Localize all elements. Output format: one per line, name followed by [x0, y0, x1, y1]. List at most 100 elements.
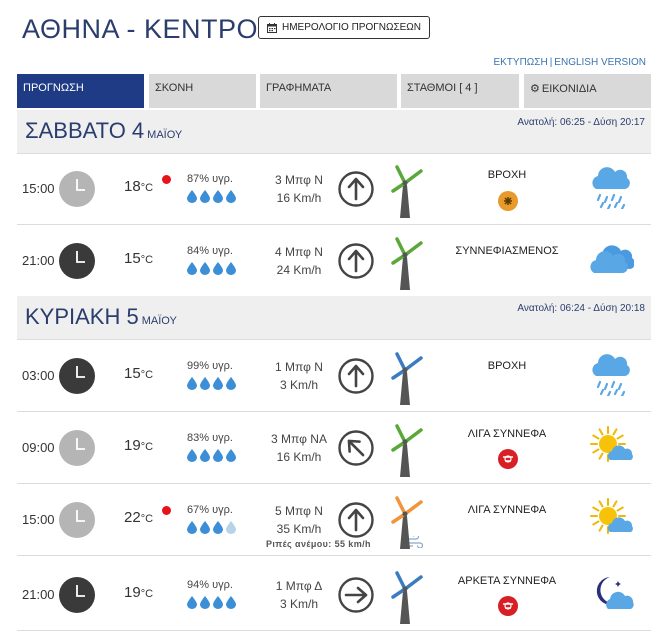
humidity-drop-icon: [226, 521, 236, 534]
wind-info: 1 Μπφ Ν 3 Km/h: [259, 358, 339, 394]
wind-turbine-icon: [391, 237, 423, 290]
tab-dust[interactable]: ΣΚΟΝΗ: [149, 74, 256, 108]
wind-speed: 24 Km/h: [276, 263, 322, 277]
page-header: ΑΘΗΝΑ - ΚΕΝΤΡΟ ΗΜΕΡΟΛΟΓΙΟ ΠΡΟΓΝΩΣΕΩΝ ΕΚΤ…: [0, 0, 668, 75]
orange-warning-icon: [498, 191, 518, 211]
humidity-drop-icon: [213, 262, 223, 275]
weather-description: ΛΙΓΑ ΣΥΝΝΕΦΑ: [467, 504, 547, 516]
wind-beaufort: 3 Μπφ ΝΑ: [271, 432, 327, 446]
forecast-time: 21:00: [22, 587, 55, 602]
english-version-link[interactable]: ENGLISH VERSION: [554, 57, 646, 68]
forecast-time: 15:00: [22, 181, 55, 196]
sun-cloud-icon: [590, 498, 633, 534]
tab-icons[interactable]: ⚙ ΕΙΚΟΝΙΔΙΑ: [524, 74, 651, 108]
wind-direction-arrow-icon: [338, 171, 374, 207]
weather-description: ΒΡΟΧΗ: [487, 169, 527, 181]
weather-description: ΣΥΝΝΕΦΙΑΣΜΕΝΟΣ: [455, 245, 559, 257]
rain-icon: [592, 354, 630, 396]
humidity-drop-icon: [200, 449, 210, 462]
wind-beaufort: 3 Μπφ Ν: [275, 173, 323, 187]
wind-speed: 3 Km/h: [279, 378, 318, 392]
red-warning-icon: [498, 596, 518, 616]
forecast-row: 21:00 19°C 94% υγρ. 1 Μπφ Δ 3 Km/h ΑΡΚΕΤΑ…: [17, 559, 651, 631]
forecast-row: 09:00 19°C 83% υγρ. 3 Μπφ ΝΑ 16 Km/h ΛΙΓΑ…: [17, 412, 651, 484]
day-name: ΚΥΡΙΑΚΗ 5: [25, 304, 139, 329]
temperature: 15°C: [124, 250, 153, 267]
tab-label: ΣΚΟΝΗ: [155, 82, 194, 94]
wind-info: 1 Μπφ Δ 3 Km/h: [259, 577, 339, 613]
humidity-drop-icon: [200, 521, 210, 534]
humidity-drop-icon: [187, 596, 197, 609]
humidity-drop-icon: [187, 262, 197, 275]
humidity-drop-icon: [213, 596, 223, 609]
weather-description: ΒΡΟΧΗ: [487, 360, 527, 372]
wind-speed: 35 Km/h: [276, 522, 322, 536]
red-warning-icon: [498, 449, 518, 469]
sunrise-sunset: Ανατολή: 06:24 - Δύση 20:18: [517, 303, 645, 314]
humidity-drops: [187, 521, 236, 534]
temperature-value: 19: [124, 437, 141, 454]
humidity-drop-icon: [187, 449, 197, 462]
day-clock-icon: [59, 502, 95, 538]
temperature-unit: °C: [140, 369, 154, 381]
humidity-drop-icon: [200, 190, 210, 203]
moon-cloud-icon: [596, 577, 634, 609]
wind-direction-arrow-icon: [338, 502, 374, 538]
wind-info: 3 Μπφ Ν 16 Km/h: [259, 171, 339, 207]
forecast-time: 21:00: [22, 253, 55, 268]
day-month: ΜΑΪΟΥ: [147, 129, 183, 141]
humidity-drop-icon: [226, 596, 236, 609]
wind-turbine-icon: [391, 496, 423, 549]
calendar-button-label: ΗΜΕΡΟΛΟΓΙΟ ΠΡΟΓΝΩΣΕΩΝ: [282, 22, 422, 33]
wind-speed: 16 Km/h: [276, 450, 322, 464]
gear-icon: ⚙: [530, 83, 540, 95]
day-header: ΣΑΒΒΑΤΟ 4 ΜΑΪΟΥ Ανατολή: 06:25 - Δύση 20:…: [17, 110, 651, 154]
temperature-unit: °C: [140, 182, 154, 194]
wind-direction-arrow-icon: [338, 358, 374, 394]
tab-stations[interactable]: ΣΤΑΘΜΟΙ [ 4 ]: [401, 74, 519, 108]
tab-label: ΣΤΑΘΜΟΙ [ 4 ]: [407, 82, 478, 94]
day-month: ΜΑΪΟΥ: [141, 315, 177, 327]
wind-turbine-icon: [391, 165, 423, 218]
day-header: ΚΥΡΙΑΚΗ 5 ΜΑΪΟΥ Ανατολή: 06:24 - Δύση 20:…: [17, 296, 651, 340]
city-title: ΑΘΗΝΑ - ΚΕΝΤΡΟ: [22, 14, 258, 44]
humidity-drops: [187, 377, 236, 390]
humidity: 67% υγρ.: [187, 504, 233, 516]
forecast-row: 15:00 18°C 87% υγρ. 3 Μπφ Ν 16 Km/h ΒΡΟΧΗ: [17, 153, 651, 225]
forecast-time: 15:00: [22, 512, 55, 527]
day-clock-icon: [59, 430, 95, 466]
wind-direction-arrow-icon: [338, 577, 374, 613]
humidity-drops: [187, 262, 236, 275]
humidity-drop-icon: [200, 377, 210, 390]
temperature-unit: °C: [140, 254, 154, 266]
temperature: 19°C: [124, 584, 153, 601]
wind-beaufort: 1 Μπφ Δ: [275, 579, 323, 593]
calendar-icon: [267, 22, 277, 33]
tab-label: ΠΡΟΓΝΩΣΗ: [23, 82, 84, 94]
tab-bar: ΠΡΟΓΝΩΣΗ ΣΚΟΝΗ ΓΡΑΦΗΜΑΤΑ ΣΤΑΘΜΟΙ [ 4 ] ⚙…: [17, 74, 651, 108]
tab-label: ΕΙΚΟΝΙΔΙΑ: [541, 83, 597, 95]
day-clock-icon: [59, 171, 95, 207]
print-link[interactable]: ΕΚΤΥΠΩΣΗ: [493, 57, 547, 68]
night-clock-icon: [59, 577, 95, 613]
wind-info: 4 Μπφ Ν 24 Km/h: [259, 243, 339, 279]
forecast-row: 15:00 22°C 67% υγρ. 5 Μπφ Ν 35 Km/h Ριπές…: [17, 484, 651, 556]
night-clock-icon: [59, 243, 95, 279]
sunrise-sunset: Ανατολή: 06:25 - Δύση 20:17: [517, 117, 645, 128]
wind-gust: Ριπές ανέμου: 55 km/h: [266, 539, 371, 549]
tab-graphs[interactable]: ΓΡΑΦΗΜΑΤΑ: [260, 74, 397, 108]
day-title: ΚΥΡΙΑΚΗ 5 ΜΑΪΟΥ: [25, 304, 177, 330]
forecast-calendar-button[interactable]: ΗΜΕΡΟΛΟΓΙΟ ΠΡΟΓΝΩΣΕΩΝ: [258, 16, 431, 39]
humidity-drop-icon: [226, 190, 236, 203]
link-separator: |: [549, 57, 553, 68]
humidity-drops: [187, 449, 236, 462]
humidity-drop-icon: [200, 262, 210, 275]
humidity-drop-icon: [213, 449, 223, 462]
tab-forecast[interactable]: ΠΡΟΓΝΩΣΗ: [17, 74, 144, 108]
humidity-drops: [187, 596, 236, 609]
humidity-drop-icon: [213, 377, 223, 390]
high-temp-indicator: [162, 506, 171, 515]
wind-speed: 16 Km/h: [276, 191, 322, 205]
humidity-drop-icon: [187, 521, 197, 534]
humidity-drop-icon: [213, 521, 223, 534]
